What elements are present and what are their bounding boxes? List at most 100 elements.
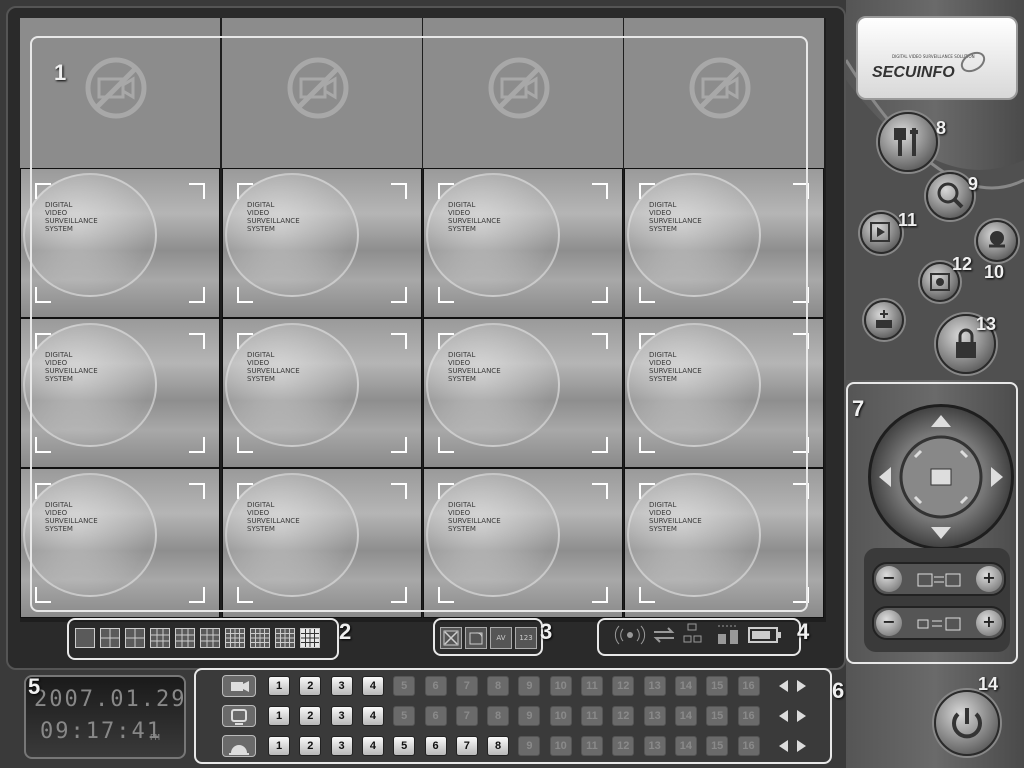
channel-button[interactable]: 12 bbox=[612, 676, 635, 696]
channel-button[interactable]: 16 bbox=[737, 736, 760, 756]
split-layout-button[interactable] bbox=[125, 628, 145, 648]
monitor-icon bbox=[231, 709, 247, 725]
channel-button[interactable]: 13 bbox=[643, 676, 666, 696]
channel-button[interactable]: 1 bbox=[268, 706, 290, 726]
channel-button[interactable]: 8 bbox=[487, 736, 510, 756]
audio-button[interactable] bbox=[976, 220, 1018, 262]
pan-down-icon bbox=[931, 527, 951, 539]
channel-button[interactable]: 11 bbox=[581, 676, 603, 696]
channel-button[interactable]: 10 bbox=[549, 706, 572, 726]
channel-button[interactable]: 14 bbox=[674, 676, 697, 696]
channel-button[interactable]: 12 bbox=[612, 736, 635, 756]
channel-button[interactable]: 16 bbox=[737, 706, 760, 726]
grid-layout-icon bbox=[301, 629, 319, 647]
search-button[interactable] bbox=[926, 172, 974, 220]
channel-button[interactable]: 14 bbox=[674, 736, 697, 756]
grid-layout-icon bbox=[276, 629, 294, 647]
channel-button[interactable]: 11 bbox=[581, 736, 603, 756]
monitor-row-button[interactable] bbox=[222, 705, 256, 727]
grid-layout-icon bbox=[201, 629, 219, 647]
channel-button[interactable]: 15 bbox=[706, 736, 729, 756]
setup-button[interactable] bbox=[878, 112, 938, 172]
camera-row-button[interactable] bbox=[222, 675, 256, 697]
av-label: AV bbox=[496, 634, 506, 642]
prev-page-icon[interactable] bbox=[779, 710, 788, 722]
channel-button[interactable]: 3 bbox=[330, 676, 353, 696]
channel-button[interactable]: 8 bbox=[487, 706, 510, 726]
channel-button[interactable]: 3 bbox=[330, 706, 353, 726]
channel-button[interactable]: 9 bbox=[518, 706, 541, 726]
playback-icon bbox=[870, 222, 890, 242]
callout-label-10: 10 bbox=[984, 262, 1005, 282]
channel-button[interactable]: 7 bbox=[455, 676, 478, 696]
channel-button[interactable]: 14 bbox=[674, 706, 697, 726]
split-layout-button[interactable] bbox=[100, 628, 120, 648]
channel-button[interactable]: 4 bbox=[361, 676, 384, 696]
channel-button[interactable]: 11 bbox=[581, 706, 603, 726]
channel-button[interactable]: 1 bbox=[268, 676, 290, 696]
split-layout-button[interactable] bbox=[200, 628, 220, 648]
rotate-icon bbox=[469, 632, 483, 645]
number-button[interactable]: 123 bbox=[515, 627, 537, 649]
alarm-row-button[interactable] bbox=[222, 735, 256, 757]
channel-button[interactable]: 5 bbox=[393, 706, 416, 726]
next-page-icon[interactable] bbox=[797, 680, 806, 692]
channel-button[interactable]: 5 bbox=[393, 676, 416, 696]
channel-button[interactable]: 2 bbox=[299, 676, 322, 696]
fullscreen-button[interactable] bbox=[440, 627, 462, 649]
rotate-button[interactable] bbox=[465, 627, 487, 649]
channel-button[interactable]: 9 bbox=[518, 676, 541, 696]
channel-button[interactable]: 7 bbox=[455, 706, 478, 726]
channel-button[interactable]: 15 bbox=[706, 706, 729, 726]
split-layout-button[interactable] bbox=[75, 628, 95, 648]
channel-button[interactable]: 3 bbox=[330, 736, 353, 756]
channel-button[interactable]: 4 bbox=[361, 706, 384, 726]
channel-button[interactable]: 10 bbox=[549, 676, 572, 696]
channel-button[interactable]: 8 bbox=[487, 676, 510, 696]
channel-button[interactable]: 9 bbox=[518, 736, 541, 756]
split-layout-button[interactable] bbox=[300, 628, 320, 648]
av-button[interactable]: AV bbox=[490, 627, 512, 649]
channel-button[interactable]: 6 bbox=[424, 736, 447, 756]
channel-button[interactable]: 2 bbox=[299, 736, 322, 756]
split-layout-button[interactable] bbox=[275, 628, 295, 648]
prev-page-icon[interactable] bbox=[779, 740, 788, 752]
prev-page-icon[interactable] bbox=[779, 680, 788, 692]
channel-button[interactable]: 4 bbox=[361, 736, 384, 756]
hdd-status-icon bbox=[718, 625, 738, 644]
channel-button[interactable]: 6 bbox=[424, 706, 447, 726]
focus-in-button[interactable]: + bbox=[976, 610, 1002, 636]
channel-button[interactable]: 15 bbox=[706, 676, 729, 696]
grid-layout-icon bbox=[251, 629, 269, 647]
focus-icon bbox=[917, 617, 961, 631]
channel-button[interactable]: 1 bbox=[268, 736, 290, 756]
battery-icon bbox=[748, 627, 781, 643]
logo-box: SECUINFO DIGITAL VIDEO SURVEILLANCE SOLU… bbox=[856, 16, 1018, 100]
playback-button[interactable] bbox=[860, 212, 902, 254]
next-page-icon[interactable] bbox=[797, 740, 806, 752]
callout-label-11: 11 bbox=[898, 210, 918, 230]
next-page-icon[interactable] bbox=[797, 710, 806, 722]
split-layout-button[interactable] bbox=[250, 628, 270, 648]
ptz-dial[interactable] bbox=[868, 404, 1014, 550]
power-button[interactable] bbox=[934, 690, 1000, 756]
grid-layout-icon bbox=[176, 629, 194, 647]
backup-button[interactable] bbox=[864, 300, 904, 340]
split-layout-button[interactable] bbox=[150, 628, 170, 648]
split-layout-button[interactable] bbox=[175, 628, 195, 648]
channel-button[interactable]: 16 bbox=[737, 676, 760, 696]
channel-button[interactable]: 2 bbox=[299, 706, 322, 726]
channel-button[interactable]: 13 bbox=[643, 736, 666, 756]
channel-button[interactable]: 13 bbox=[643, 706, 666, 726]
split-layout-button[interactable] bbox=[225, 628, 245, 648]
channel-button[interactable]: 7 bbox=[455, 736, 478, 756]
callout-label-4: 4 bbox=[797, 619, 810, 644]
focus-out-button[interactable]: − bbox=[876, 610, 902, 636]
zoom-out-button[interactable]: − bbox=[876, 566, 902, 592]
channel-button[interactable]: 12 bbox=[612, 706, 635, 726]
channel-button[interactable]: 10 bbox=[549, 736, 572, 756]
channel-button[interactable]: 5 bbox=[393, 736, 416, 756]
channel-button[interactable]: 6 bbox=[424, 676, 447, 696]
power-icon bbox=[952, 708, 982, 739]
zoom-in-button[interactable]: + bbox=[976, 566, 1002, 592]
